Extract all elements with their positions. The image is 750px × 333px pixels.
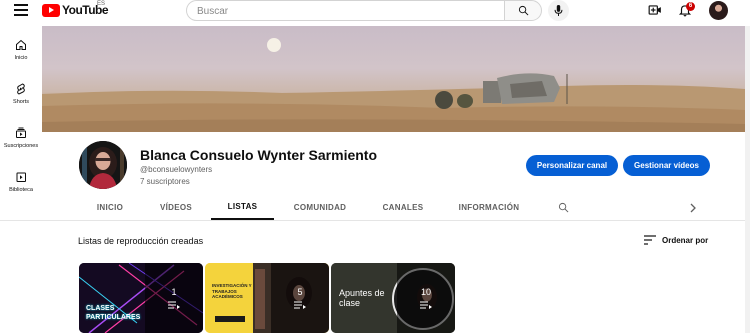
- playlist-thumbnail-text: Apuntes de clase: [339, 288, 385, 308]
- youtube-channel-page: YouTube ES Buscar 6 Inicio Shorts Suscri…: [0, 0, 750, 333]
- notification-badge: 6: [686, 2, 695, 11]
- subscriptions-icon: [16, 127, 26, 138]
- playlist-icon: [420, 301, 432, 309]
- channel-name: Blanca Consuelo Wynter Sarmiento: [140, 147, 378, 163]
- channel-handle: @bconsuelowynters: [140, 165, 213, 174]
- chevron-right-icon: [690, 203, 696, 212]
- library-icon: [16, 172, 26, 182]
- playlist-card-investigacion[interactable]: INVESTIGACIÓN Y TRABAJOS ACADÉMICOS 5: [205, 263, 329, 333]
- tab-inicio[interactable]: INICIO: [82, 195, 138, 220]
- sidebar-item-shorts[interactable]: Shorts: [0, 83, 42, 105]
- search-button[interactable]: [504, 0, 542, 21]
- sort-icon: [644, 235, 656, 245]
- subscriber-count: 7 suscriptores: [140, 177, 190, 186]
- playlist-count-overlay: 5: [271, 263, 329, 333]
- create-button[interactable]: [648, 3, 662, 22]
- channel-avatar[interactable]: [79, 141, 127, 189]
- tab-canales[interactable]: CANALES: [372, 195, 434, 220]
- tabs-scroll-right-button[interactable]: [684, 195, 702, 220]
- tab-listas[interactable]: LISTAS: [211, 195, 274, 220]
- tab-videos[interactable]: VÍDEOS: [148, 195, 204, 220]
- playlist-thumbnail-text: CLASES PARTICULARES: [86, 305, 141, 321]
- sidebar-item-suscripciones[interactable]: Suscripciones: [0, 127, 42, 149]
- playlist-count-overlay: 10: [397, 263, 455, 333]
- sidebar-item-label: Shorts: [13, 99, 29, 105]
- sidebar-item-label: Biblioteca: [9, 187, 33, 193]
- page-scrollbar[interactable]: [745, 26, 750, 333]
- playlist-video-count: 10: [420, 287, 431, 297]
- playlist-count-overlay: 1: [145, 263, 203, 333]
- manage-videos-button[interactable]: Gestionar vídeos: [623, 155, 710, 176]
- tab-informacion[interactable]: INFORMACIÓN: [449, 195, 529, 220]
- masthead: YouTube ES Buscar 6: [0, 0, 750, 22]
- voice-search-button[interactable]: [548, 0, 569, 21]
- search-icon: [518, 5, 528, 16]
- home-icon: [16, 39, 26, 50]
- sidebar-item-label: Suscripciones: [3, 143, 39, 149]
- channel-banner: [42, 26, 745, 132]
- channel-tabs: INICIO VÍDEOS LISTAS COMUNIDAD CANALES I…: [0, 195, 745, 221]
- sidebar-item-biblioteca[interactable]: Biblioteca: [0, 171, 42, 193]
- playlist-icon: [294, 301, 306, 309]
- search-box: [186, 0, 504, 21]
- tab-comunidad[interactable]: COMUNIDAD: [284, 195, 356, 220]
- account-avatar[interactable]: [709, 1, 728, 20]
- region-code: ES: [97, 1, 106, 7]
- playlist-video-count: 1: [171, 287, 177, 297]
- playlist-video-count: 5: [297, 287, 303, 297]
- search-input[interactable]: [187, 2, 504, 21]
- shorts-icon: [17, 83, 25, 95]
- section-title: Listas de reproducción creadas: [78, 236, 204, 246]
- create-video-icon: [648, 5, 661, 15]
- sort-label: Ordenar por: [662, 235, 709, 245]
- sidebar-item-label: Inicio: [14, 55, 28, 61]
- channel-avatar-image: [79, 141, 127, 189]
- youtube-play-icon: [42, 3, 60, 17]
- sort-button[interactable]: Ordenar por: [644, 235, 708, 245]
- menu-icon[interactable]: [14, 4, 28, 16]
- playlist-card-apuntes-de-clase[interactable]: Apuntes de clase 10: [331, 263, 455, 333]
- channel-search-button[interactable]: [552, 195, 574, 220]
- playlist-thumbnail-text: INVESTIGACIÓN Y TRABAJOS ACADÉMICOS: [212, 283, 252, 299]
- search-icon: [558, 202, 568, 213]
- playlist-icon: [168, 301, 180, 309]
- sidebar-item-inicio[interactable]: Inicio: [0, 39, 42, 61]
- playlist-card-clases-particulares[interactable]: CLASES PARTICULARES 1: [79, 263, 203, 333]
- microphone-icon: [554, 5, 563, 16]
- customize-channel-button[interactable]: Personalizar canal: [526, 155, 618, 176]
- banner-landscape-image: [42, 38, 745, 132]
